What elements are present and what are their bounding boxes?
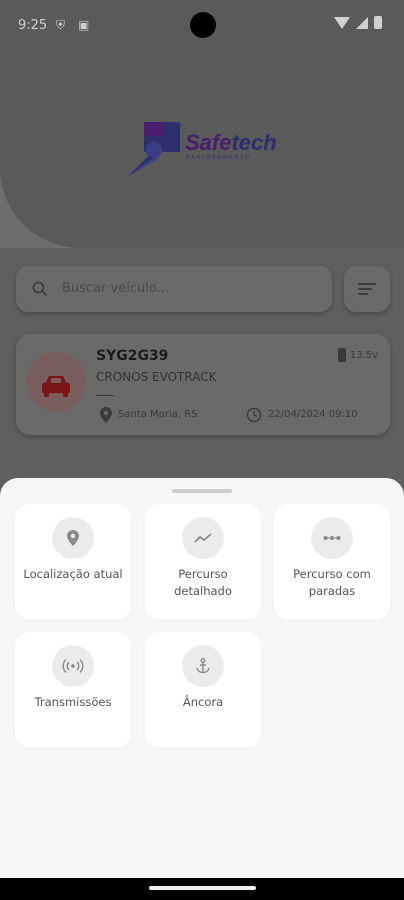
battery-icon [374, 16, 382, 29]
actions-bottom-sheet: Localização atual Percurso detalhado Per… [0, 478, 404, 878]
search-input[interactable]: Buscar veículo... [62, 281, 169, 296]
search-icon [32, 281, 48, 297]
action-label: Percurso detalhado [174, 567, 232, 598]
battery-voltage: 13.5v [337, 348, 378, 362]
home-gesture-handle[interactable] [149, 886, 256, 890]
vehicle-location: Santa Maria, RS [118, 409, 198, 420]
anchor-icon [196, 658, 210, 674]
vehicle-model: CRONOS EVOTRACK [96, 370, 217, 384]
status-bar: 9:25 ⛨ ▣ [0, 0, 404, 50]
action-label: Localização atual [23, 567, 123, 581]
shield-icon: ⛨ [56, 18, 66, 32]
filter-button[interactable] [344, 266, 390, 312]
broadcast-icon [62, 659, 84, 673]
action-label: Transmissões [34, 695, 112, 709]
action-detailed-route[interactable]: Percurso detalhado [145, 504, 261, 620]
notification-icon: ▣ [78, 18, 90, 32]
clock-icon [246, 407, 262, 423]
camera-cutout [190, 12, 216, 38]
search-bar[interactable]: Buscar veículo... [16, 266, 332, 312]
action-current-location[interactable]: Localização atual [15, 504, 131, 620]
system-nav-bar [0, 878, 404, 900]
wifi-icon [334, 16, 350, 29]
action-transmissions[interactable]: Transmissões [15, 632, 131, 748]
brand-name-part2: tech [231, 130, 277, 155]
location-pin-icon [67, 530, 79, 546]
filter-icon-line [358, 288, 372, 290]
vehicle-avatar [26, 352, 86, 412]
action-label: Âncora [182, 695, 224, 709]
route-stops-icon [323, 536, 341, 540]
divider [96, 395, 114, 396]
battery-icon [337, 348, 346, 362]
battery-value: 13.5v [349, 349, 378, 361]
filter-icon [358, 283, 376, 285]
sheet-handle[interactable] [172, 489, 232, 493]
status-time: 9:25 [18, 18, 48, 33]
vehicle-card[interactable]: SYG2G39 CRONOS EVOTRACK 13.5v Santa Mari… [16, 334, 390, 435]
action-route-with-stops[interactable]: Percurso com paradas [274, 504, 390, 620]
vehicle-plate: SYG2G39 [96, 348, 169, 364]
route-trend-icon [194, 533, 212, 543]
filter-icon-line [358, 293, 368, 295]
car-icon [42, 376, 70, 397]
brand-tagline: RASTREAMENTO [186, 155, 252, 161]
brand-name: Safetech [185, 130, 277, 156]
vehicle-datetime: 22/04/2024 09:10 [268, 409, 358, 420]
signal-icon [356, 16, 368, 29]
brand-name-part1: Safe [185, 130, 232, 155]
action-anchor[interactable]: Âncora [145, 632, 261, 748]
action-label: Percurso com paradas [293, 567, 371, 598]
location-pin-icon [100, 407, 112, 423]
